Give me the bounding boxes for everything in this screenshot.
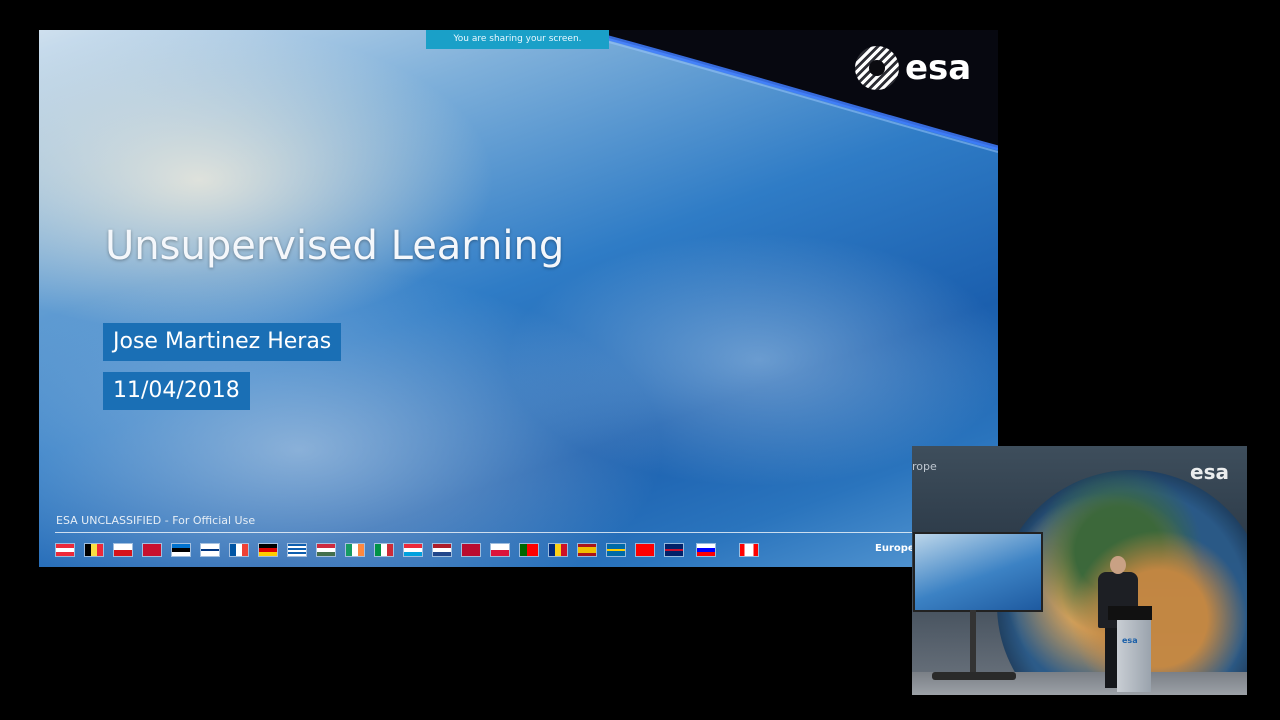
flag-denmark-icon xyxy=(143,544,161,556)
backdrop-text: rope xyxy=(912,460,937,473)
flag-slovenia-icon xyxy=(697,544,715,556)
presentation-slide: You are sharing your screen. esa Unsuper… xyxy=(39,30,998,567)
flag-netherlands-icon xyxy=(433,544,451,556)
flag-belgium-icon xyxy=(85,544,103,556)
screen-sharing-banner[interactable]: You are sharing your screen. xyxy=(426,30,609,49)
laptop xyxy=(1108,606,1152,620)
flag-greece-icon xyxy=(288,544,306,556)
esa-logo-icon xyxy=(855,46,899,90)
speaker-head xyxy=(1110,556,1126,574)
screen-share-stage: You are sharing your screen. esa Unsuper… xyxy=(0,0,1280,720)
footer-divider xyxy=(55,532,983,533)
flag-canada-icon xyxy=(740,544,758,556)
flag-hungary-icon xyxy=(317,544,335,556)
classification-label: ESA UNCLASSIFIED - For Official Use xyxy=(56,514,256,527)
slide-title: Unsupervised Learning xyxy=(105,223,565,269)
podium-logo: esa xyxy=(1122,636,1138,645)
monitor-stand xyxy=(970,610,976,676)
space-horizon-graphic xyxy=(578,30,998,153)
flag-ireland-icon xyxy=(346,544,364,556)
podium xyxy=(1117,616,1151,692)
presenter-video: rope esa esa xyxy=(912,446,1247,695)
flag-poland-icon xyxy=(491,544,509,556)
stage-monitor xyxy=(913,532,1043,612)
member-state-flags xyxy=(56,544,769,556)
esa-logo-text: esa xyxy=(905,48,972,88)
flag-germany-icon xyxy=(259,544,277,556)
presenter-name: Jose Martinez Heras xyxy=(103,323,342,361)
flag-france-icon xyxy=(230,544,248,556)
flag-sweden-icon xyxy=(607,544,625,556)
flag-romania-icon xyxy=(549,544,567,556)
flag-finland-icon xyxy=(201,544,219,556)
flag-uk-icon xyxy=(665,544,683,556)
flag-portugal-icon xyxy=(520,544,538,556)
monitor-base xyxy=(932,672,1016,680)
presentation-date: 11/04/2018 xyxy=(103,372,250,410)
flag-norway-icon xyxy=(462,544,480,556)
flag-estonia-icon xyxy=(172,544,190,556)
flag-austria-icon xyxy=(56,544,74,556)
flag-luxembourg-icon xyxy=(404,544,422,556)
esa-logo: esa xyxy=(855,44,985,92)
flag-italy-icon xyxy=(375,544,393,556)
flag-czech-icon xyxy=(114,544,132,556)
flag-switzerland-icon xyxy=(636,544,654,556)
flag-spain-icon xyxy=(578,544,596,556)
backdrop-esa-logo: esa xyxy=(1190,460,1229,484)
